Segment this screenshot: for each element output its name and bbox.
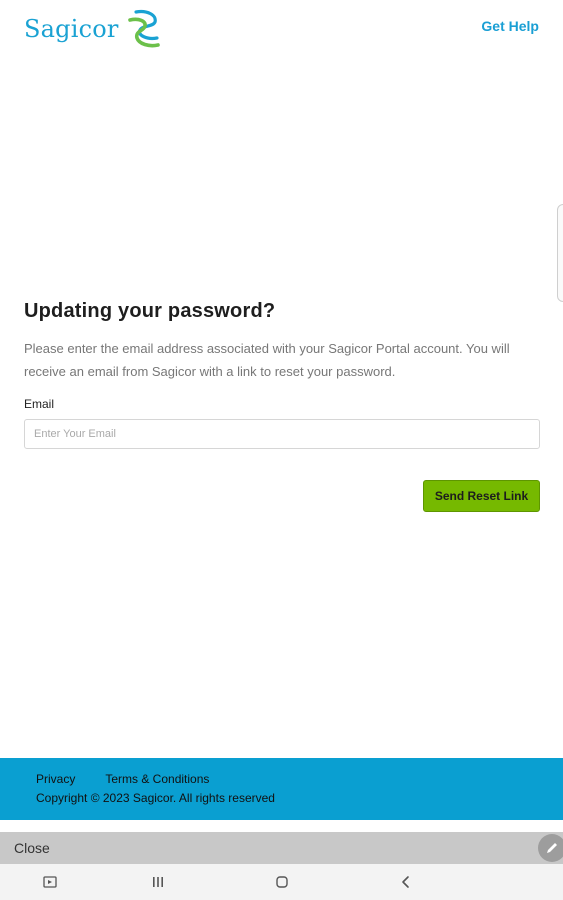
logo-text: Sagicor (24, 15, 119, 43)
close-bar[interactable]: Close (0, 832, 563, 864)
side-panel-handle[interactable] (557, 204, 563, 302)
page-title: Updating your password? (24, 300, 276, 322)
sagicor-s-logo-icon (127, 9, 160, 48)
back-icon[interactable] (396, 872, 416, 892)
close-button[interactable]: Close (14, 840, 50, 856)
android-nav-bar (0, 864, 563, 900)
terms-link[interactable]: Terms & Conditions (105, 772, 209, 786)
copyright-text: Copyright © 2023 Sagicor. All rights res… (36, 791, 275, 805)
reset-password-form: Updating your password? Please enter the… (24, 300, 540, 512)
footer-links: Privacy Terms & Conditions (36, 772, 209, 786)
pencil-glyph (547, 843, 557, 853)
header: Sagicor Get Help (0, 0, 563, 60)
footer: Privacy Terms & Conditions Copyright © 2… (0, 758, 563, 820)
home-icon[interactable] (272, 872, 292, 892)
email-label: Email (24, 397, 55, 411)
email-field[interactable] (24, 419, 540, 449)
recent-apps-icon[interactable] (148, 872, 168, 892)
get-help-link[interactable]: Get Help (481, 18, 539, 34)
instructions-text: Please enter the email address associate… (24, 341, 510, 379)
sagicor-logo[interactable]: Sagicor (24, 8, 163, 50)
send-reset-link-button[interactable]: Send Reset Link (423, 480, 540, 512)
pencil-icon[interactable] (538, 834, 563, 862)
privacy-link[interactable]: Privacy (36, 772, 75, 786)
screenshot-icon[interactable] (40, 872, 60, 892)
